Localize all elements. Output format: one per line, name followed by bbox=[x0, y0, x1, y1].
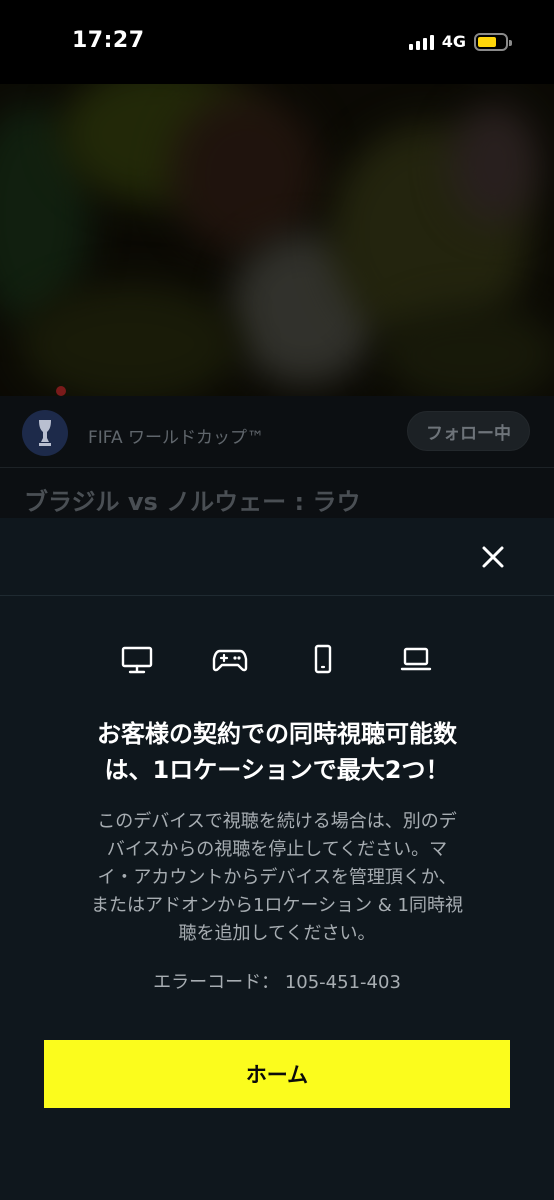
game-controller-icon bbox=[212, 649, 248, 672]
home-button[interactable]: ホーム bbox=[44, 1040, 510, 1108]
error-heading-line: お客様の契約での同時視聴可能数 bbox=[97, 720, 457, 748]
video-player[interactable] bbox=[0, 84, 554, 396]
error-message-line: イ・アカウントからデバイスを管理頂くか、 bbox=[97, 867, 457, 888]
error-heading-line: は、1ロケーションで最大2つ！ bbox=[104, 756, 450, 784]
status-indicators: 4G bbox=[408, 32, 512, 51]
progress-dot bbox=[56, 386, 66, 396]
battery-icon bbox=[474, 32, 512, 51]
status-time: 17:27 bbox=[72, 28, 145, 53]
status-bar: 17:27 4G bbox=[0, 0, 554, 84]
error-message: このデバイスで視聴を続ける場合は、別のデ バイスからの視聴を停止してください。マ… bbox=[40, 808, 514, 948]
channel-row: FIFA ワールドカップ™ フォロー中 bbox=[0, 396, 554, 468]
video-title: ブラジル vs ノルウェー : ラウ bbox=[24, 488, 361, 516]
concurrent-stream-error-sheet: お客様の契約での同時視聴可能数 は、1ロケーションで最大2つ！ このデバイスで視… bbox=[0, 518, 554, 1200]
following-button[interactable]: フォロー中 bbox=[407, 411, 530, 451]
tv-icon bbox=[121, 646, 153, 674]
trophy-icon bbox=[39, 420, 51, 446]
network-type: 4G bbox=[441, 32, 466, 51]
error-code: エラーコード： 105-451-403 bbox=[153, 972, 401, 993]
signal-icon bbox=[408, 34, 434, 50]
error-message-line: 聴を追加してください。 bbox=[178, 923, 376, 944]
error-message-line: バイスからの視聴を停止してください。マ bbox=[106, 839, 448, 860]
error-heading: お客様の契約での同時視聴可能数 は、1ロケーションで最大2つ！ bbox=[30, 716, 524, 788]
error-message-line: このデバイスで視聴を続ける場合は、別のデ bbox=[97, 811, 457, 832]
error-message-line: またはアドオンから1ロケーション & 1同時視 bbox=[90, 895, 464, 916]
device-icons bbox=[0, 642, 554, 678]
channel-logo[interactable] bbox=[22, 410, 68, 456]
close-icon[interactable] bbox=[480, 544, 506, 570]
sheet-header bbox=[0, 518, 554, 596]
channel-name: FIFA ワールドカップ™ bbox=[88, 428, 265, 448]
title-row: ブラジル vs ノルウェー : ラウ bbox=[0, 468, 554, 518]
laptop-icon bbox=[400, 647, 432, 671]
phone-icon bbox=[314, 644, 332, 674]
